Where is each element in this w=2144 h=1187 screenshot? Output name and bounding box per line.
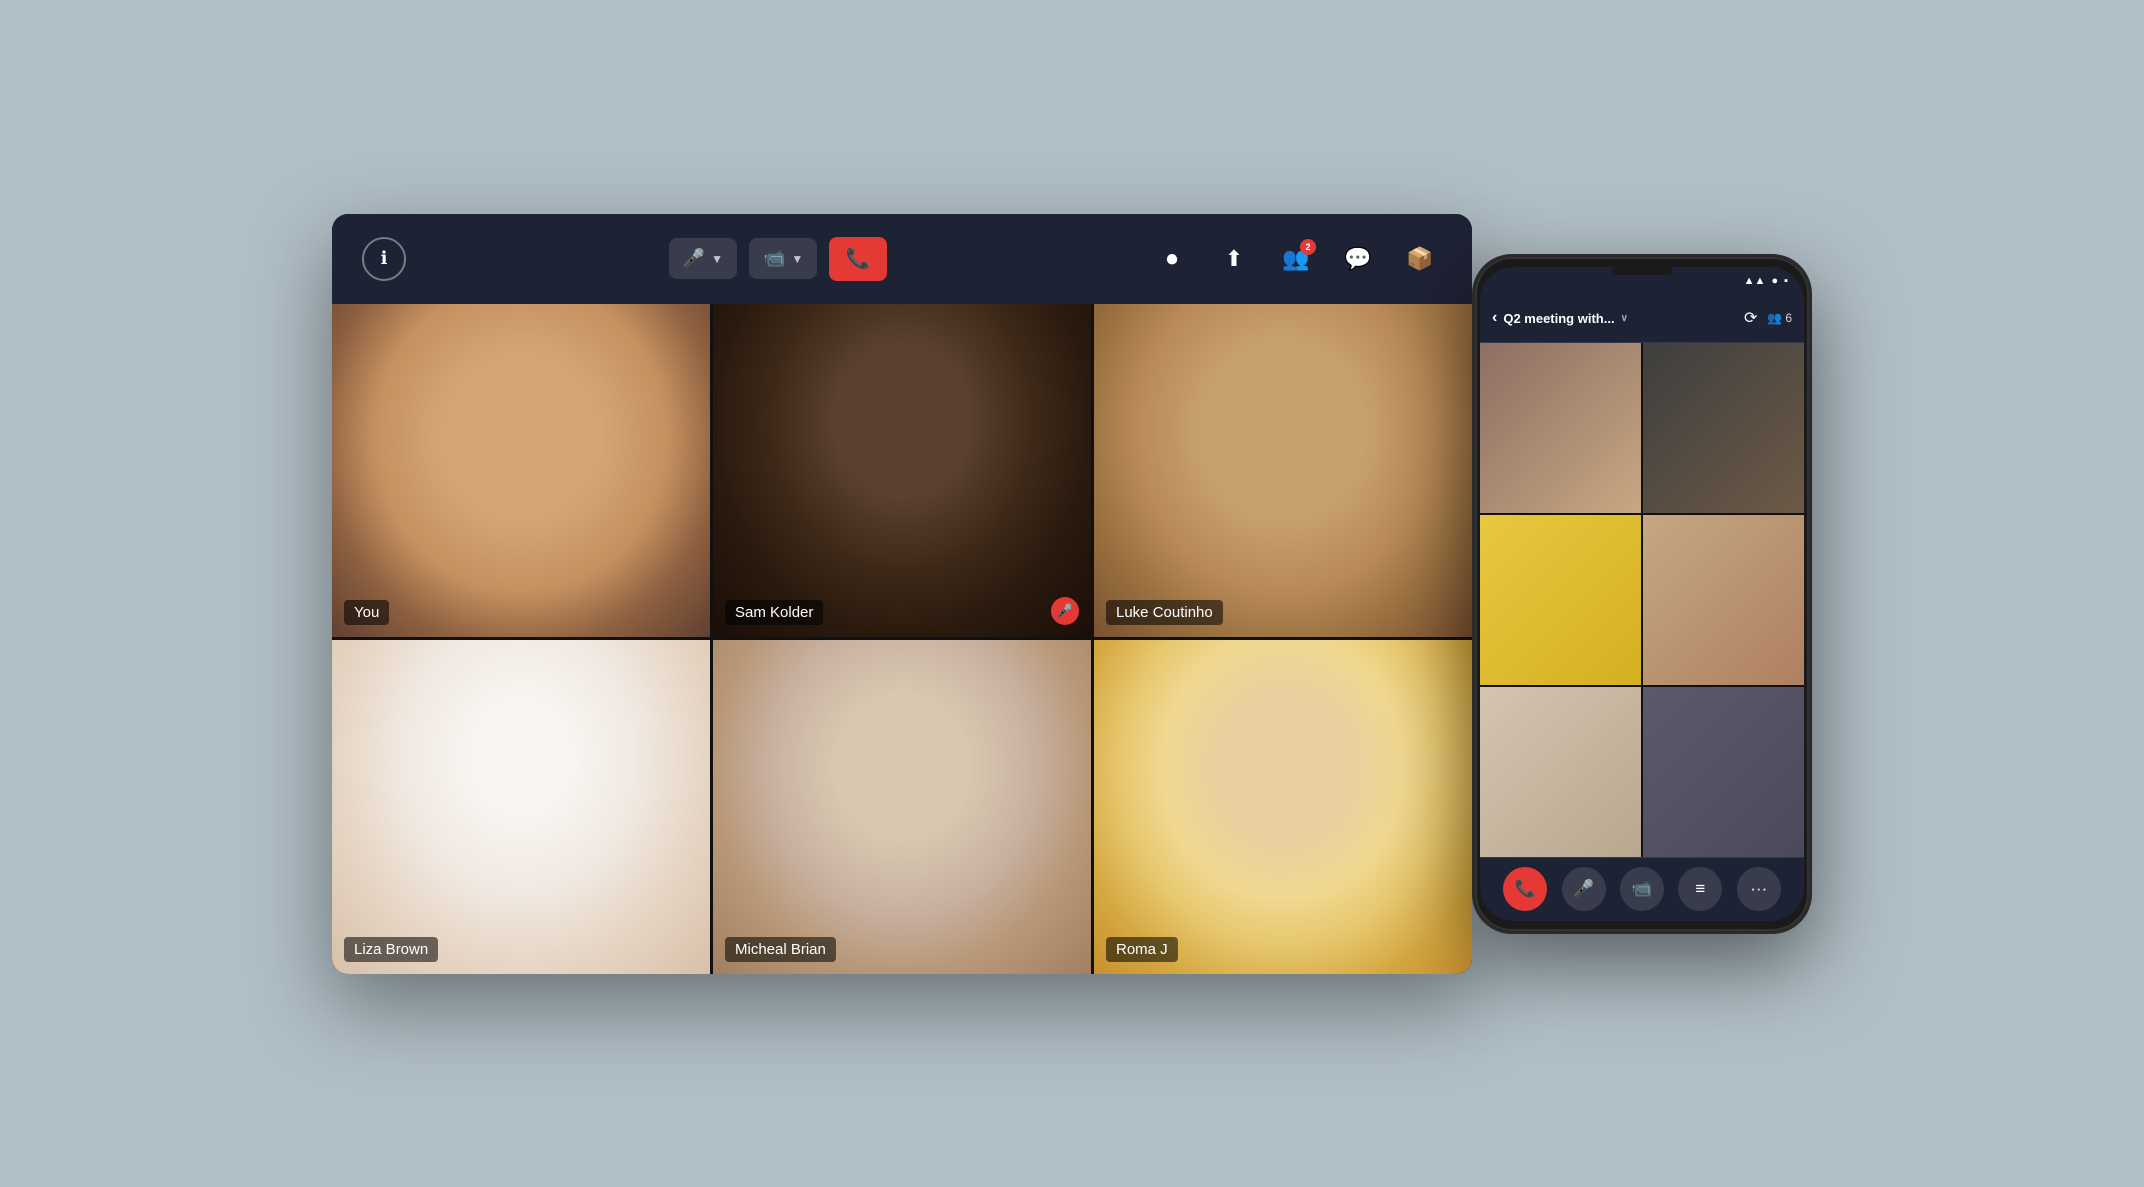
phone-header: ‹ Q2 meeting with... ∨ ⟳ 👥 6 [1480,295,1804,343]
participant-label-sam: Sam Kolder [725,600,823,625]
info-button[interactable]: ℹ [362,237,406,281]
desktop-app: ℹ 🎤 ▼ 📹 ▼ 📞 ⏺ [332,214,1472,974]
phone-toolbar: 📞 🎤 📹 ≡ ··· [1480,857,1804,921]
phone-video-grid [1480,343,1804,857]
dropdown-icon[interactable]: ∨ [1621,313,1628,324]
video-cell-liza: Liza Brown [332,640,710,974]
phone-cell-4 [1643,515,1804,685]
video-cell-roma: Roma J [1094,640,1472,974]
toolbar-left: ℹ [362,237,406,281]
participant-label-luke: Luke Coutinho [1106,600,1223,625]
phone-camera-icon: 📹 [1631,879,1652,899]
phone-participants-number: 6 [1785,311,1792,325]
phone-camera-button[interactable]: 📹 [1620,867,1664,911]
end-call-icon: 📞 [846,246,871,271]
phone-timer-icon[interactable]: ⟳ [1744,308,1757,328]
scene: ℹ 🎤 ▼ 📹 ▼ 📞 ⏺ [0,0,2144,1187]
mic-button[interactable]: 🎤 ▼ [669,238,737,279]
phone-mic-button[interactable]: 🎤 [1562,867,1606,911]
chat-button[interactable]: 💬 [1336,237,1380,281]
chat-icon: 💬 [1344,246,1371,272]
toolbar-center: 🎤 ▼ 📹 ▼ 📞 [669,237,888,281]
meeting-title: Q2 meeting with... [1503,311,1614,326]
mobile-phone: ▲▲ ● ▪ ‹ Q2 meeting with... ∨ ⟳ 👥 6 [1472,254,1812,934]
phone-participants-count[interactable]: 👥 6 [1767,311,1792,325]
mic-icon: 🎤 [683,248,705,269]
participant-label-liza: Liza Brown [344,937,438,962]
participant-label-roma: Roma J [1106,937,1178,962]
phone-more-button[interactable]: ··· [1737,867,1781,911]
video-cell-you: You [332,304,710,638]
camera-icon: 📹 [763,248,785,269]
phone-cell-6 [1643,687,1804,857]
phone-captions-button[interactable]: ≡ [1678,867,1722,911]
screen-share-icon: ⬆ [1225,246,1243,272]
phone-captions-icon: ≡ [1695,879,1705,899]
phone-end-call-icon: 📞 [1515,879,1536,899]
video-cell-luke: Luke Coutinho [1094,304,1472,638]
signal-icon: ▲▲ [1744,275,1766,287]
phone-screen: ▲▲ ● ▪ ‹ Q2 meeting with... ∨ ⟳ 👥 6 [1480,267,1804,921]
record-button[interactable]: ⏺ [1150,237,1194,281]
camera-chevron: ▼ [791,252,803,266]
phone-header-left: ‹ Q2 meeting with... ∨ [1492,309,1628,327]
mic-chevron: ▼ [711,252,723,266]
phone-cell-2 [1643,343,1804,513]
video-cell-sam: Sam Kolder 🎤 [713,304,1091,638]
end-call-button[interactable]: 📞 [829,237,887,281]
participants-button[interactable]: 👥 2 [1274,237,1318,281]
more-options-button[interactable]: 📦 [1398,237,1442,281]
back-button[interactable]: ‹ [1492,309,1497,327]
phone-end-call-button[interactable]: 📞 [1503,867,1547,911]
wifi-icon: ● [1771,275,1778,287]
desktop-toolbar: ℹ 🎤 ▼ 📹 ▼ 📞 ⏺ [332,214,1472,304]
phone-header-right: ⟳ 👥 6 [1744,308,1792,328]
camera-button[interactable]: 📹 ▼ [749,238,817,279]
phone-cell-3 [1480,515,1641,685]
phone-cell-1 [1480,343,1641,513]
muted-icon-sam: 🎤 [1051,597,1079,625]
screen-share-button[interactable]: ⬆ [1212,237,1256,281]
toolbar-right: ⏺ ⬆ 👥 2 💬 📦 [1150,237,1442,281]
info-icon: ℹ [381,248,388,269]
participants-badge: 2 [1300,239,1316,255]
more-options-icon: 📦 [1406,246,1433,272]
phone-participants-icon: 👥 [1767,311,1782,325]
video-cell-micheal: Micheal Brian [713,640,1091,974]
record-icon: ⏺ [1166,246,1177,272]
phone-cell-5 [1480,687,1641,857]
phone-notch [1612,267,1672,275]
phone-more-icon: ··· [1750,879,1767,899]
participant-label-you: You [344,600,389,625]
video-grid: You Sam Kolder 🎤 Luke Coutinho Liza Brow… [332,304,1472,974]
participant-label-micheal: Micheal Brian [725,937,836,962]
phone-mic-icon: 🎤 [1573,879,1594,899]
battery-icon: ▪ [1784,275,1788,287]
